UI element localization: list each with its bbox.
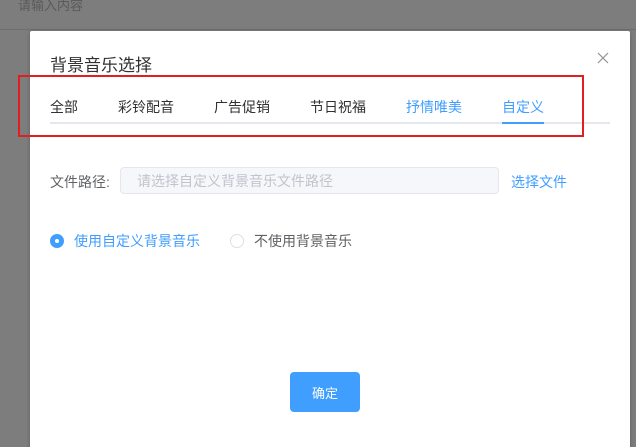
radio-no-music[interactable]: 不使用背景音乐: [230, 231, 352, 251]
radio-use-custom-music[interactable]: 使用自定义背景音乐: [50, 231, 200, 251]
dialog-title: 背景音乐选择: [50, 56, 152, 75]
radio-use-custom-music-label: 使用自定义背景音乐: [74, 233, 200, 249]
annotation-highlight-box: [18, 75, 584, 137]
close-button[interactable]: [596, 51, 610, 65]
background-input-placeholder: 请输入内容: [18, 0, 84, 12]
file-path-input[interactable]: [120, 167, 499, 194]
confirm-button[interactable]: 确定: [290, 372, 360, 412]
close-icon: [597, 52, 609, 64]
radio-no-music-label: 不使用背景音乐: [254, 233, 352, 249]
radio-unchecked-icon: [230, 234, 244, 248]
file-path-label: 文件路径:: [50, 174, 110, 190]
choose-file-link[interactable]: 选择文件: [511, 172, 567, 192]
music-select-dialog: 背景音乐选择 全部 彩铃配音 广告促销 节日祝福 抒情唯美 自定义 文件路径: …: [18, 31, 630, 447]
radio-checked-icon: [50, 234, 64, 248]
